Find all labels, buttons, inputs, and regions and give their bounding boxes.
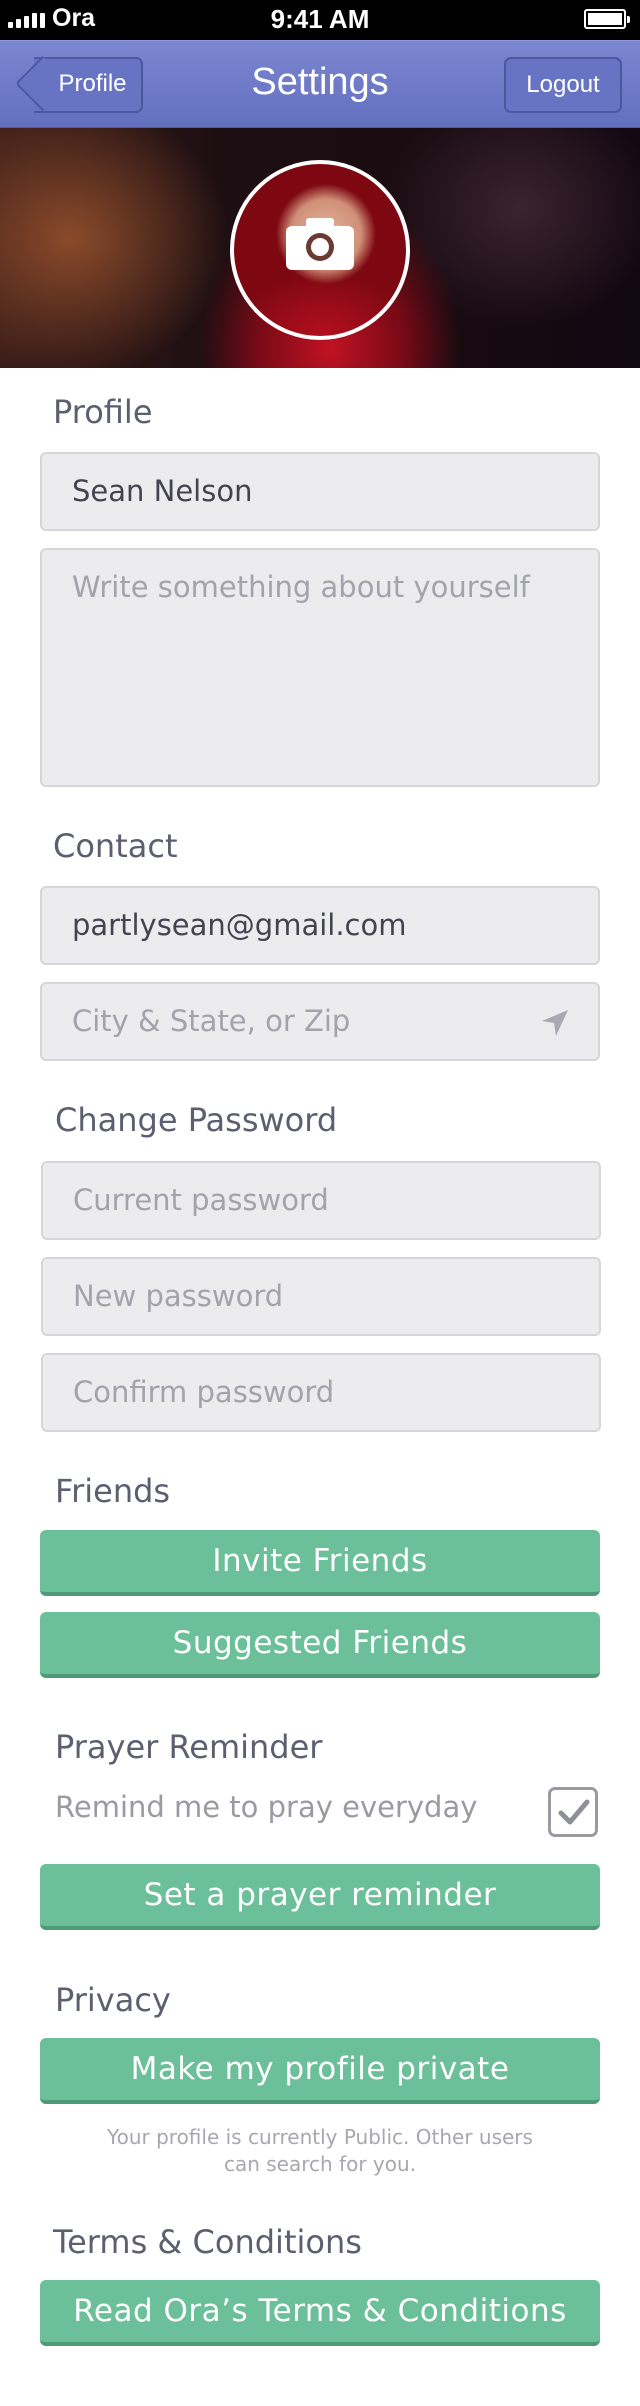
location-arrow-icon[interactable] bbox=[540, 1008, 570, 1038]
new-password-placeholder: New password bbox=[73, 1279, 284, 1313]
profile-section-title: Profile bbox=[53, 393, 153, 431]
current-password-field[interactable]: Current password bbox=[41, 1161, 601, 1240]
remind-daily-label: Remind me to pray everyday bbox=[55, 1790, 478, 1824]
about-placeholder: Write something about yourself bbox=[72, 570, 530, 604]
change-password-section-title: Change Password bbox=[55, 1101, 338, 1139]
remind-daily-checkbox[interactable] bbox=[548, 1787, 598, 1837]
privacy-status-note: Your profile is currently Public. Other … bbox=[100, 2124, 540, 2178]
name-field-value: Sean Nelson bbox=[72, 474, 253, 508]
confirm-password-placeholder: Confirm password bbox=[73, 1375, 335, 1409]
read-terms-button[interactable]: Read Ora’s Terms & Conditions bbox=[40, 2280, 600, 2346]
camera-icon[interactable] bbox=[286, 218, 354, 270]
checkmark-icon bbox=[558, 1799, 590, 1825]
new-password-field[interactable]: New password bbox=[41, 1257, 601, 1336]
friends-section-title: Friends bbox=[55, 1472, 171, 1510]
navigation-bar: Profile Settings Logout bbox=[0, 40, 640, 128]
battery-icon bbox=[584, 9, 630, 29]
privacy-note-line-1: Your profile is currently Public. Other … bbox=[107, 2125, 533, 2149]
terms-section-title: Terms & Conditions bbox=[53, 2223, 362, 2261]
email-field-value: partlysean@gmail.com bbox=[72, 908, 407, 942]
contact-section-title: Contact bbox=[53, 827, 178, 865]
email-field[interactable]: partlysean@gmail.com bbox=[40, 886, 600, 965]
privacy-note-line-2: can search for you. bbox=[223, 2152, 417, 2176]
status-bar: Ora 9:41 AM bbox=[0, 0, 640, 40]
prayer-reminder-section-title: Prayer Reminder bbox=[55, 1728, 323, 1766]
set-prayer-reminder-button[interactable]: Set a prayer reminder bbox=[40, 1864, 600, 1930]
current-password-placeholder: Current password bbox=[73, 1183, 329, 1217]
logout-button[interactable]: Logout bbox=[504, 57, 622, 113]
location-field[interactable]: City & State, or Zip bbox=[40, 982, 600, 1061]
make-profile-private-button[interactable]: Make my profile private bbox=[40, 2038, 600, 2104]
location-placeholder: City & State, or Zip bbox=[72, 1004, 351, 1038]
name-field[interactable]: Sean Nelson bbox=[40, 452, 600, 531]
suggested-friends-button[interactable]: Suggested Friends bbox=[40, 1612, 600, 1678]
privacy-section-title: Privacy bbox=[55, 1981, 171, 2019]
about-textarea[interactable]: Write something about yourself bbox=[40, 548, 600, 787]
status-time: 9:41 AM bbox=[270, 4, 370, 34]
invite-friends-button[interactable]: Invite Friends bbox=[40, 1530, 600, 1596]
confirm-password-field[interactable]: Confirm password bbox=[41, 1353, 601, 1432]
